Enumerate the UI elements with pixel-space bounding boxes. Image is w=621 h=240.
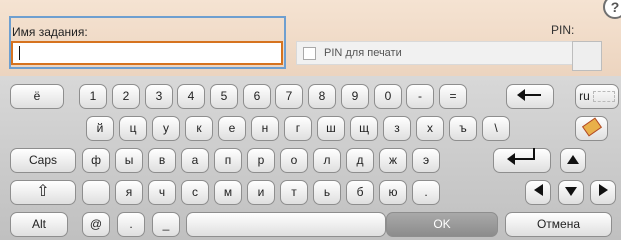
job-name-input[interactable]: [11, 41, 283, 65]
space-key[interactable]: [186, 212, 386, 237]
key-v[interactable]: в: [148, 148, 176, 173]
key-period[interactable]: .: [412, 180, 440, 205]
underscore-key[interactable]: _: [152, 212, 180, 237]
key-ye[interactable]: е: [218, 116, 246, 141]
language-label: ru: [579, 89, 590, 103]
key-8[interactable]: 8: [308, 84, 336, 109]
key-r[interactable]: р: [247, 148, 275, 173]
at-key[interactable]: @: [82, 212, 110, 237]
key-t[interactable]: т: [280, 180, 308, 205]
key-z[interactable]: з: [383, 116, 411, 141]
key-n[interactable]: н: [251, 116, 279, 141]
dot-key[interactable]: .: [117, 212, 145, 237]
key-7[interactable]: 7: [275, 84, 303, 109]
key-2[interactable]: 2: [112, 84, 140, 109]
ok-button[interactable]: OK: [386, 212, 498, 237]
pin-print-checkbox[interactable]: [303, 47, 316, 60]
backspace-icon: [517, 89, 541, 101]
key-k[interactable]: к: [185, 116, 213, 141]
arrow-right-icon: [598, 184, 608, 196]
key-ch[interactable]: ч: [148, 180, 176, 205]
caps-key[interactable]: Caps: [10, 148, 76, 173]
key-sh[interactable]: ш: [317, 116, 345, 141]
header-panel: Имя задания: PIN для печати PIN: ?: [0, 0, 621, 76]
key-soft-sign[interactable]: ь: [313, 180, 341, 205]
key-b[interactable]: б: [346, 180, 374, 205]
key-o[interactable]: о: [280, 148, 308, 173]
key-kh[interactable]: х: [416, 116, 444, 141]
key-p[interactable]: п: [214, 148, 242, 173]
key-yo[interactable]: ё: [10, 84, 64, 109]
key-shch[interactable]: щ: [350, 116, 378, 141]
key-5[interactable]: 5: [210, 84, 238, 109]
key-ya[interactable]: я: [115, 180, 143, 205]
key-yu[interactable]: ю: [379, 180, 407, 205]
arrow-down-icon: [565, 187, 577, 196]
key-zh[interactable]: ж: [379, 148, 407, 173]
key-hard-sign[interactable]: ъ: [449, 116, 477, 141]
shift-icon: ⇧: [36, 183, 50, 200]
key-backslash[interactable]: \: [482, 116, 510, 141]
key-a[interactable]: а: [181, 148, 209, 173]
key-3[interactable]: 3: [145, 84, 173, 109]
key-e[interactable]: э: [412, 148, 440, 173]
enter-icon: [507, 148, 535, 165]
key-i[interactable]: и: [247, 180, 275, 205]
key-ts[interactable]: ц: [119, 116, 147, 141]
eraser-icon: [581, 117, 602, 137]
arrow-up-key[interactable]: [560, 148, 586, 173]
clear-key[interactable]: [575, 116, 608, 141]
key-s[interactable]: с: [181, 180, 209, 205]
key-y[interactable]: ы: [115, 148, 143, 173]
pin-print-label: PIN для печати: [324, 47, 402, 59]
key-m[interactable]: м: [214, 180, 242, 205]
key-g[interactable]: г: [284, 116, 312, 141]
help-icon[interactable]: ?: [603, 0, 621, 19]
pin-label: PIN:: [551, 23, 575, 37]
text-caret: [19, 46, 20, 60]
key-4[interactable]: 4: [177, 84, 205, 109]
arrow-up-icon: [567, 155, 579, 164]
key-1[interactable]: 1: [79, 84, 107, 109]
key-6[interactable]: 6: [243, 84, 271, 109]
key-l[interactable]: л: [313, 148, 341, 173]
key-d[interactable]: д: [346, 148, 374, 173]
pin-input[interactable]: [572, 41, 602, 71]
shift-key[interactable]: ⇧: [10, 180, 76, 205]
key-9[interactable]: 9: [341, 84, 369, 109]
arrow-left-key[interactable]: [525, 180, 551, 205]
cancel-button[interactable]: Отмена: [505, 212, 612, 237]
alt-key[interactable]: Alt: [10, 212, 68, 237]
key-f[interactable]: ф: [82, 148, 110, 173]
key-minus[interactable]: -: [406, 84, 434, 109]
job-name-label: Имя задания:: [12, 25, 88, 39]
enter-key[interactable]: [493, 148, 551, 173]
arrow-down-key[interactable]: [558, 180, 584, 205]
pin-print-option[interactable]: PIN для печати: [296, 41, 600, 65]
language-key[interactable]: ru: [575, 84, 619, 109]
keyboard-layout-icon: [592, 91, 615, 103]
backspace-key[interactable]: [506, 84, 554, 109]
key-blank[interactable]: [82, 180, 110, 205]
key-u[interactable]: у: [152, 116, 180, 141]
key-equals[interactable]: =: [439, 84, 467, 109]
key-0[interactable]: 0: [374, 84, 402, 109]
key-y-short[interactable]: й: [86, 116, 114, 141]
arrow-right-key[interactable]: [590, 180, 616, 205]
arrow-left-icon: [533, 184, 543, 196]
